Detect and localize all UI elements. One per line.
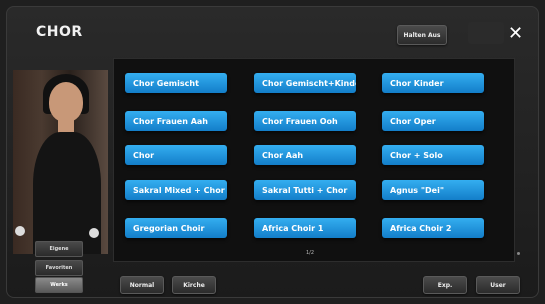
voice-button[interactable]: Chor Gemischt+Kinder xyxy=(254,73,356,93)
voice-button[interactable]: Chor Oper xyxy=(382,111,484,131)
voice-button[interactable]: Chor Aah xyxy=(254,145,356,165)
voice-button[interactable]: Sakral Tutti + Chor xyxy=(254,180,356,200)
photo-head xyxy=(49,82,83,122)
voice-button[interactable]: Chor Gemischt xyxy=(125,73,227,93)
voice-button[interactable]: Chor + Solo xyxy=(382,145,484,165)
tab-favoriten[interactable]: Favoriten xyxy=(35,260,83,276)
user-button[interactable]: User xyxy=(476,276,520,294)
voice-button[interactable]: Sakral Mixed + Chor xyxy=(125,180,227,200)
exp-button[interactable]: Exp. xyxy=(423,276,467,294)
voice-button[interactable]: Chor Frauen Ooh xyxy=(254,111,356,131)
page-indicator: 1/2 xyxy=(306,250,315,256)
tab-werks[interactable]: Werks xyxy=(35,277,83,293)
voice-button[interactable]: Africa Choir 2 xyxy=(382,218,484,238)
voice-category-photo xyxy=(13,70,108,254)
normal-button[interactable]: Normal xyxy=(120,276,164,294)
close-area: ✕ xyxy=(468,22,528,44)
voice-button[interactable]: Chor Kinder xyxy=(382,73,484,93)
microphone-icon xyxy=(15,226,25,236)
scroll-dot xyxy=(517,252,520,255)
voice-button[interactable]: Chor xyxy=(125,145,227,165)
voice-button[interactable]: Chor Frauen Aah xyxy=(125,111,227,131)
voice-button[interactable]: Agnus "Dei" xyxy=(382,180,484,200)
close-button-blank xyxy=(468,22,504,44)
voice-button[interactable]: Africa Choir 1 xyxy=(254,218,356,238)
hold-button[interactable]: Halten Aus xyxy=(397,25,447,45)
tab-eigene[interactable]: Eigene xyxy=(35,241,83,257)
close-icon[interactable]: ✕ xyxy=(508,23,523,44)
microphone-icon xyxy=(89,228,99,238)
voice-button[interactable]: Gregorian Choir xyxy=(125,218,227,238)
kirche-button[interactable]: Kirche xyxy=(172,276,216,294)
page-title: CHOR xyxy=(36,24,83,40)
